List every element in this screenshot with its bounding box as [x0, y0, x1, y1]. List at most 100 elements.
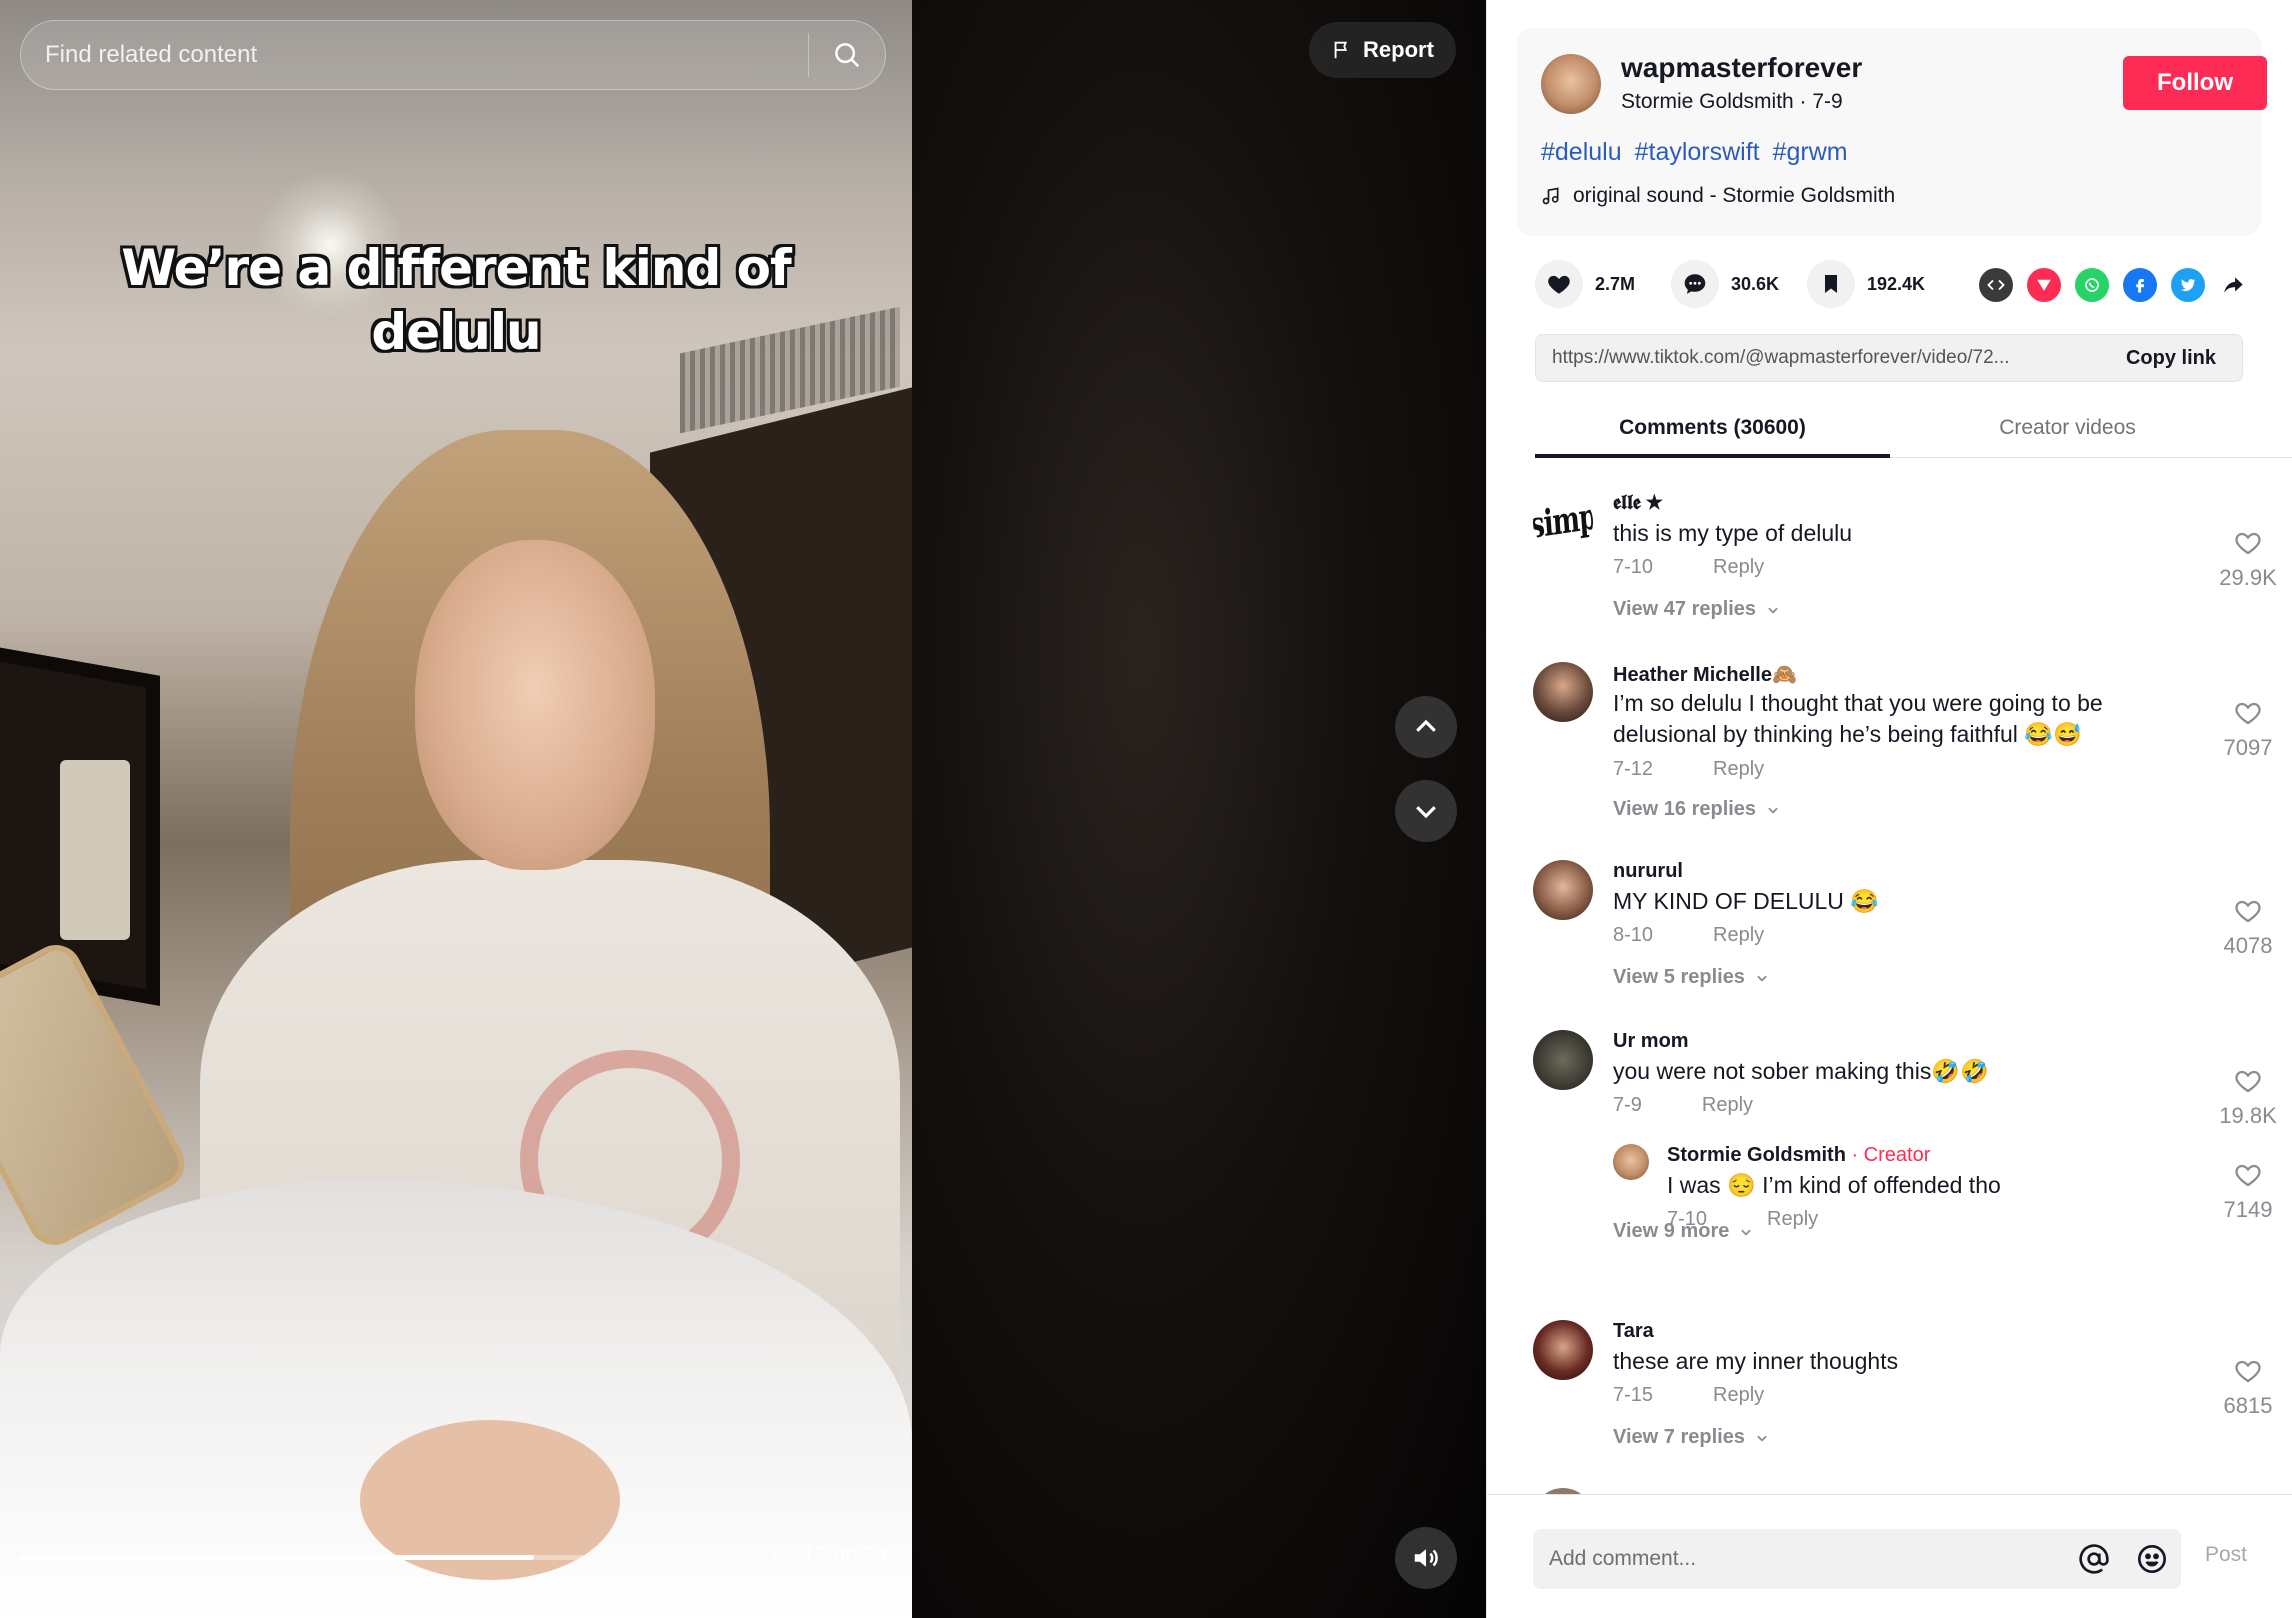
commenter-avatar[interactable] [1533, 662, 1593, 722]
comment-date: 7-15 [1613, 1384, 1654, 1406]
view-replies-button[interactable]: View 5 replies [1613, 966, 1769, 989]
commenter-name[interactable]: 𝖊𝖑𝖑𝖊 ★ [1613, 492, 1663, 515]
creator-reply-text: I was 😔 I’m kind of offended tho [1667, 1172, 2001, 1198]
search-button[interactable] [809, 20, 885, 90]
comment-button[interactable] [1671, 260, 1719, 308]
twitter-icon[interactable] [2171, 268, 2205, 302]
commenter-avatar[interactable]: simp [1533, 492, 1593, 552]
view-replies-button[interactable]: View 47 replies [1613, 598, 1780, 621]
caption-line-1: We’re a different kind of [121, 239, 792, 297]
comment-like-button[interactable]: 7097 [2213, 698, 2283, 761]
comment-like-button[interactable]: 6815 [2213, 1356, 2283, 1419]
author-username[interactable]: wapmasterforever [1621, 52, 1862, 84]
commenter-name[interactable]: Ur mom [1613, 1030, 1689, 1053]
comment-item: Heather Michelle🙈 I’m so delulu I though… [1533, 662, 2273, 822]
tab-creator-videos[interactable]: Creator videos [1890, 404, 2245, 458]
comment-like-button[interactable]: 29.9K [2213, 528, 2283, 591]
commenter-name[interactable]: Heather Michelle🙈 [1613, 662, 1797, 687]
chevron-down-icon [1768, 607, 1778, 614]
volume-button[interactable] [1395, 1527, 1457, 1589]
comment-like-count: 19.8K [2219, 1103, 2277, 1128]
details-panel: wapmasterforever Stormie Goldsmith · 7-9… [1486, 0, 2292, 1618]
commenter-avatar[interactable] [1533, 1320, 1593, 1380]
more-share-button[interactable] [2217, 268, 2251, 302]
commenter-name[interactable]: Tara [1613, 1320, 1654, 1343]
reply-button[interactable]: Reply [1713, 924, 1764, 946]
chevron-up-icon [1416, 719, 1436, 732]
comment-text: this is my type of delulu [1613, 520, 1853, 546]
facebook-icon[interactable] [2123, 268, 2157, 302]
comment-date: 7-12 [1613, 758, 1654, 780]
heart-outline-icon [2235, 900, 2261, 923]
comment-date: 7-9 [1613, 1094, 1642, 1116]
hashtag-link[interactable]: #taylorswift [1635, 138, 1760, 166]
reply-button[interactable]: Reply [1713, 758, 1764, 780]
video-frame[interactable]: We’re a different kind of delulu [0, 0, 912, 1618]
view-more-button[interactable]: View 9 more [1613, 1220, 1753, 1243]
previous-video-button[interactable] [1395, 696, 1457, 758]
video-progress-bar[interactable] [20, 1555, 744, 1560]
smiley-icon [2138, 1545, 2166, 1573]
view-replies-button[interactable]: View 16 replies [1613, 798, 1780, 821]
hashtag-link[interactable]: #grwm [1773, 138, 1848, 166]
heart-outline-icon [2235, 532, 2261, 555]
volume-icon [1414, 1549, 1438, 1567]
author-avatar[interactable] [1541, 54, 1601, 114]
emoji-button[interactable] [2123, 1529, 2181, 1589]
save-action[interactable]: 192.4K [1807, 256, 1925, 312]
like-count: 2.7M [1595, 273, 1636, 294]
video-time: 00:17/00:24 [772, 1544, 888, 1566]
music-link[interactable]: original sound - Stormie Goldsmith [1541, 184, 1895, 208]
view-replies-button[interactable]: View 7 replies [1613, 1426, 1769, 1449]
code-icon [1987, 279, 2005, 291]
next-video-button[interactable] [1395, 780, 1457, 842]
creator-avatar[interactable] [1613, 1144, 1649, 1180]
comment-like-button[interactable]: 19.8K [2213, 1066, 2283, 1129]
comment-date: 7-10 [1613, 556, 1654, 578]
reply-button[interactable]: Reply [1713, 1384, 1764, 1406]
comment-count: 30.6K [1731, 273, 1780, 294]
view-replies-label: View 5 replies [1613, 966, 1745, 988]
mention-button[interactable] [2065, 1529, 2123, 1589]
follow-button[interactable]: Follow [2123, 56, 2267, 110]
post-button[interactable]: Post [2205, 1543, 2247, 1567]
commenter-avatar[interactable] [1533, 860, 1593, 920]
copy-link-box: https://www.tiktok.com/@wapmasterforever… [1535, 334, 2243, 382]
comment-input[interactable] [1533, 1529, 2065, 1589]
reply-button[interactable]: Reply [1767, 1208, 1818, 1230]
facebook-f-icon [2136, 279, 2145, 293]
comment-composer: Post [1487, 1494, 2292, 1618]
report-button[interactable]: Report [1309, 22, 1456, 78]
search-input[interactable] [21, 21, 808, 89]
commenter-avatar[interactable] [1533, 1030, 1593, 1090]
whatsapp-icon[interactable] [2075, 268, 2109, 302]
commenter-name[interactable]: nururul [1613, 860, 1683, 883]
hashtag-link[interactable]: #delulu [1541, 138, 1622, 166]
panel-tabs: Comments (30600) Creator videos [1535, 404, 2292, 458]
comment-input-wrapper [1533, 1529, 2181, 1589]
creator-name-label: Stormie Goldsmith [1667, 1144, 1846, 1166]
copy-link-button[interactable]: Copy link [2106, 347, 2242, 370]
comment-action[interactable]: 30.6K [1671, 256, 1779, 312]
send-to-friends-icon[interactable] [2027, 268, 2061, 302]
reply-button[interactable]: Reply [1713, 556, 1764, 578]
embed-icon[interactable] [1979, 268, 2013, 302]
comment-item: nururul MY KIND OF DELULU 😂 8-10 Reply Vi… [1533, 860, 2273, 988]
comment-meta: 7-15 Reply [1613, 1384, 1764, 1407]
author-info-card: wapmasterforever Stormie Goldsmith · 7-9… [1517, 28, 2267, 236]
comment-like-button[interactable]: 7149 [2213, 1160, 2283, 1223]
comment-like-count: 7097 [2223, 735, 2273, 760]
chevron-down-icon [1757, 1435, 1767, 1442]
reply-button[interactable]: Reply [1702, 1094, 1753, 1116]
like-button[interactable] [1535, 260, 1583, 308]
save-button[interactable] [1807, 260, 1855, 308]
video-progress-fill [20, 1555, 535, 1560]
tab-comments[interactable]: Comments (30600) [1535, 404, 1890, 458]
music-label: original sound - Stormie Goldsmith [1573, 184, 1896, 207]
creator-name[interactable]: Stormie Goldsmith · Creator [1667, 1144, 1930, 1167]
comment-text: these are my inner thoughts [1613, 1348, 1899, 1374]
like-action[interactable]: 2.7M [1535, 256, 1635, 312]
comment-like-button[interactable]: 4078 [2213, 896, 2283, 959]
search-bar [20, 20, 886, 90]
caption-line-2: delulu [371, 303, 541, 361]
